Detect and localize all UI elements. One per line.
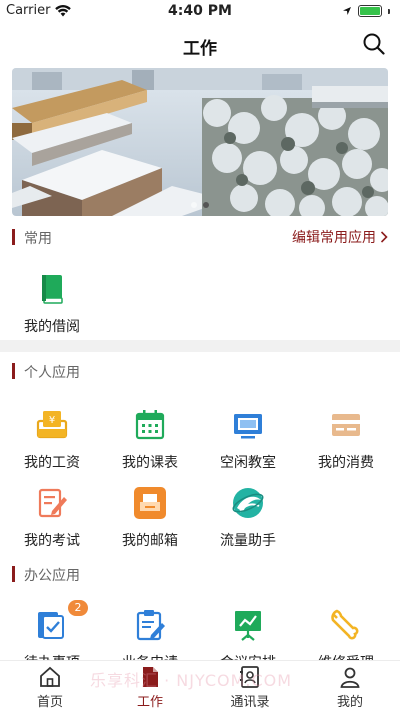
tab-home[interactable]: 首页 xyxy=(0,661,100,710)
tab-label: 我的 xyxy=(336,695,363,710)
document-icon xyxy=(143,667,158,687)
salary-icon: ¥ xyxy=(36,411,68,439)
calendar-icon xyxy=(135,410,165,440)
section-accent-bar xyxy=(12,363,15,379)
edit-common-apps-button[interactable]: 编辑常用应用 xyxy=(292,227,388,247)
app-my-timetable[interactable]: 我的课表 xyxy=(100,408,200,480)
app-label: 我的邮箱 xyxy=(122,533,178,549)
app-label: 我的工资 xyxy=(24,455,80,471)
app-label: 我的借阅 xyxy=(24,319,80,335)
common-section-title: 常用 xyxy=(24,231,52,247)
location-icon xyxy=(343,7,351,15)
app-my-exam[interactable]: 我的考试 xyxy=(2,486,102,558)
app-data-assistant[interactable]: 流量助手 xyxy=(198,486,298,558)
svg-text:¥: ¥ xyxy=(49,415,55,426)
clock: 4:40 PM xyxy=(168,3,232,19)
app-free-classroom[interactable]: 空闲教室 xyxy=(198,408,298,480)
tab-work[interactable]: 工作 xyxy=(100,661,200,710)
banner-carousel[interactable] xyxy=(12,68,388,216)
presentation-icon xyxy=(235,611,261,641)
contacts-icon xyxy=(240,666,259,688)
mailbox-icon xyxy=(134,487,166,519)
app-label: 我的考试 xyxy=(24,533,80,549)
status-bar: Carrier 4:40 PM xyxy=(0,0,400,22)
tab-contacts[interactable]: 通讯录 xyxy=(200,661,300,710)
common-section-header: 常用 编辑常用应用 xyxy=(0,226,400,248)
app-label: 我的消费 xyxy=(318,455,374,471)
battery-level-fill xyxy=(360,7,380,15)
page-title: 工作 xyxy=(183,39,217,59)
search-icon[interactable] xyxy=(362,32,386,56)
app-my-borrowing[interactable]: 我的借阅 xyxy=(2,272,102,344)
monitor-icon xyxy=(234,414,262,439)
tab-mine[interactable]: 我的 xyxy=(300,661,400,710)
app-my-mailbox[interactable]: 我的邮箱 xyxy=(100,486,200,558)
clipboard-icon xyxy=(136,610,165,641)
tab-label: 工作 xyxy=(136,695,163,710)
globe-icon xyxy=(232,488,264,518)
home-icon xyxy=(40,666,60,687)
app-my-salary[interactable]: ¥ 我的工资 xyxy=(2,408,102,480)
personal-section-title: 个人应用 xyxy=(24,365,80,381)
office-section-title: 办公应用 xyxy=(24,568,80,584)
section-accent-bar xyxy=(12,229,15,245)
section-divider xyxy=(0,340,400,352)
app-label: 我的课表 xyxy=(122,455,178,471)
card-icon xyxy=(332,414,360,436)
banner-dot[interactable] xyxy=(203,202,209,208)
battery-indicator xyxy=(342,5,390,17)
user-icon xyxy=(340,667,360,688)
app-my-consumption[interactable]: 我的消费 xyxy=(296,408,396,480)
personal-section-header: 个人应用 xyxy=(0,360,400,382)
app-label: 空闲教室 xyxy=(220,455,276,471)
tab-label: 通讯录 xyxy=(230,695,270,710)
bottom-tab-bar: 首页 工作 通讯录 我的 乐享科汇 · NJYCOM.COM xyxy=(0,660,400,710)
wrench-icon xyxy=(331,609,359,640)
exam-icon xyxy=(38,488,67,518)
chevron-right-icon xyxy=(380,231,388,243)
section-accent-bar xyxy=(12,566,15,582)
battery-tip xyxy=(388,8,390,14)
todo-count-badge: 2 xyxy=(68,600,88,616)
todo-icon xyxy=(38,612,64,639)
navigation-bar: 工作 xyxy=(0,22,400,66)
banner-image xyxy=(12,68,388,216)
tab-label: 首页 xyxy=(36,695,63,710)
battery-icon xyxy=(358,5,382,17)
banner-pagination xyxy=(12,202,388,208)
app-label: 流量助手 xyxy=(220,533,276,549)
office-section-header: 办公应用 xyxy=(0,563,400,585)
book-icon xyxy=(42,275,63,304)
edit-common-apps-label: 编辑常用应用 xyxy=(292,230,376,246)
banner-dot[interactable] xyxy=(191,202,197,208)
